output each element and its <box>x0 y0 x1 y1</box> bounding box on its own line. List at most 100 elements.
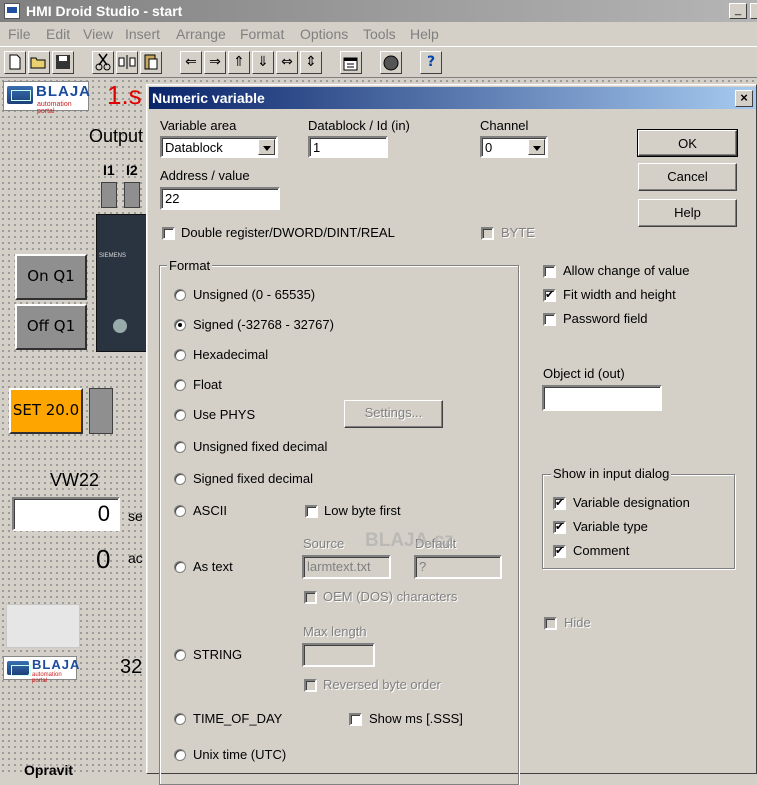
arrow-up-down-icon[interactable]: ⇕ <box>300 51 322 74</box>
low-byte-first-checkbox[interactable] <box>305 505 318 518</box>
double-register-checkbox[interactable] <box>162 227 175 240</box>
arrow-right-icon[interactable]: ⇒ <box>204 51 226 74</box>
format-signed-label: Signed (-32768 - 32767) <box>193 317 334 332</box>
ok-button[interactable]: OK <box>637 129 738 157</box>
byte-label: BYTE <box>501 225 535 240</box>
menu-view[interactable]: View <box>83 26 113 42</box>
actual-value: 0 <box>96 544 111 574</box>
arrow-left-icon[interactable]: ⇐ <box>180 51 202 74</box>
fit-width-label: Fit width and height <box>563 287 676 302</box>
format-unix-time-radio[interactable] <box>174 749 186 761</box>
hide-checkbox[interactable] <box>544 617 557 630</box>
help-button[interactable]: Help <box>638 199 737 227</box>
format-signed-fixed-radio[interactable] <box>174 473 186 485</box>
on-q1-button[interactable]: On Q1 <box>15 254 87 300</box>
chevron-down-icon[interactable] <box>528 139 545 155</box>
plc-knob <box>113 319 127 333</box>
hide-label: Hide <box>564 615 591 630</box>
paste-icon[interactable] <box>140 51 162 74</box>
value-input[interactable]: 0 <box>12 497 120 531</box>
address-input[interactable]: 22 <box>160 187 280 210</box>
toolbar: ⇐ ⇒ ⇑ ⇓ ⇔ ⇕ ? <box>0 46 757 78</box>
arrow-down-icon[interactable]: ⇓ <box>252 51 274 74</box>
source-label: Source <box>303 536 345 551</box>
variable-area-label: Variable area <box>160 118 237 133</box>
properties-icon[interactable] <box>340 51 362 74</box>
format-ascii-radio[interactable] <box>174 505 186 517</box>
app-icon <box>4 3 20 19</box>
var-designation-checkbox[interactable]: ✔ <box>553 497 566 510</box>
format-unsigned-radio[interactable] <box>174 289 186 301</box>
input-i1-indicator <box>101 182 117 208</box>
fit-width-checkbox[interactable]: ✔ <box>543 289 556 302</box>
format-float-label: Float <box>193 377 222 392</box>
comment-checkbox[interactable]: ✔ <box>553 545 566 558</box>
menu-options[interactable]: Options <box>300 26 348 42</box>
dialog-close-button[interactable]: × <box>735 90 753 107</box>
output-label: Output <box>89 126 144 146</box>
set-button[interactable]: SET 20.0 <box>9 388 83 434</box>
format-group <box>159 265 519 785</box>
app-title: HMI Droid Studio - start <box>26 3 183 19</box>
datablock-label: Datablock / Id (in) <box>308 118 410 133</box>
menu-insert[interactable]: Insert <box>125 26 160 42</box>
chevron-down-icon[interactable] <box>258 139 275 155</box>
var-type-checkbox[interactable]: ✔ <box>553 521 566 534</box>
default-input[interactable]: ? <box>414 555 502 579</box>
watermark: BLAJA.cz <box>365 530 454 551</box>
menu-file[interactable]: File <box>8 26 31 42</box>
value-suffix: se <box>128 508 143 524</box>
variable-area-select[interactable]: Datablock <box>160 136 278 158</box>
allow-change-checkbox[interactable] <box>543 265 556 278</box>
close-button[interactable] <box>750 3 757 19</box>
max-length-input[interactable] <box>302 643 375 667</box>
menu-format[interactable]: Format <box>240 26 284 42</box>
format-time-of-day-radio[interactable] <box>174 713 186 725</box>
format-unsigned-label: Unsigned (0 - 65535) <box>193 287 316 302</box>
format-hexadecimal-radio[interactable] <box>174 349 186 361</box>
menu-help[interactable]: Help <box>410 26 439 42</box>
source-input[interactable]: larmtext.txt <box>302 555 391 579</box>
format-unsigned-fixed-radio[interactable] <box>174 441 186 453</box>
menu-edit[interactable]: Edit <box>46 26 70 42</box>
allow-change-label: Allow change of value <box>563 263 690 278</box>
format-unsigned-fixed-label: Unsigned fixed decimal <box>193 439 328 454</box>
dialog-titlebar: Numeric variable × <box>149 87 756 109</box>
double-register-label: Double register/DWORD/DINT/REAL <box>181 225 395 240</box>
format-string-radio[interactable] <box>174 649 186 661</box>
show-ms-checkbox[interactable] <box>349 713 362 726</box>
arrow-up-icon[interactable]: ⇑ <box>228 51 250 74</box>
settings-button[interactable]: Settings... <box>344 400 443 428</box>
reversed-byte-checkbox[interactable] <box>304 679 317 692</box>
format-float-radio[interactable] <box>174 379 186 391</box>
help-icon[interactable]: ? <box>420 51 442 74</box>
max-length-label: Max length <box>303 624 367 639</box>
menu-tools[interactable]: Tools <box>363 26 396 42</box>
off-q1-button[interactable]: Off Q1 <box>15 304 87 350</box>
logo-subtitle-small: automation portal <box>32 672 62 684</box>
channel-select[interactable]: 0 <box>480 136 548 158</box>
format-as-text-radio[interactable] <box>174 561 186 573</box>
datablock-input[interactable]: 1 <box>308 136 388 158</box>
menu-arrange[interactable]: Arrange <box>176 26 226 42</box>
open-icon[interactable] <box>28 51 50 74</box>
align-horizontal-icon[interactable] <box>116 51 138 74</box>
arrow-left-right-icon[interactable]: ⇔ <box>276 51 298 74</box>
format-phys-radio[interactable] <box>174 409 186 421</box>
password-field-checkbox[interactable] <box>543 313 556 326</box>
input-i2-label: I2 <box>126 162 138 178</box>
record-icon[interactable] <box>380 51 402 74</box>
format-string-label: STRING <box>193 647 243 662</box>
object-id-input[interactable] <box>542 385 662 411</box>
new-icon[interactable] <box>4 51 26 74</box>
format-unix-time-label: Unix time (UTC) <box>193 747 287 762</box>
save-icon[interactable] <box>52 51 74 74</box>
variable-area-value: Datablock <box>165 140 223 155</box>
cut-icon[interactable] <box>92 51 114 74</box>
oem-checkbox[interactable] <box>304 591 317 604</box>
cancel-button[interactable]: Cancel <box>638 163 737 191</box>
minimize-button[interactable]: _ <box>729 3 747 19</box>
format-signed-radio[interactable] <box>174 319 186 331</box>
vw-label: VW22 <box>50 470 100 490</box>
byte-checkbox[interactable] <box>481 227 494 240</box>
